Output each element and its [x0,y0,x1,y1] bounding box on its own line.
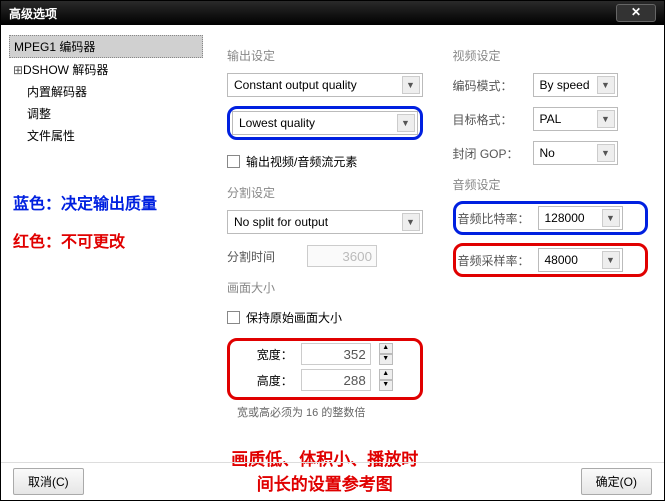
encode-mode-select[interactable]: By speed ▼ [533,73,618,97]
split-time-label: 分割时间 [227,248,307,265]
width-spinner[interactable]: ▲ ▼ [379,343,393,365]
sidebar: MPEG1 编码器 ⊞DSHOW 解码器 内置解码器 调整 文件属性 蓝色：决定… [1,25,211,460]
stream-label: 输出视频/音频流元素 [246,153,357,170]
left-column: 输出设定 Constant output quality ▼ Lowest qu… [227,37,423,452]
target-format-label: 目标格式： [453,111,533,128]
keep-size-checkbox[interactable] [227,311,240,324]
chevron-down-icon: ▼ [597,144,615,162]
chevron-down-icon: ▼ [597,76,615,94]
chevron-down-icon: ▼ [602,251,620,269]
size-section-title: 画面大小 [227,279,423,296]
window-title: 高级选项 [9,5,616,22]
target-format-select[interactable]: PAL ▼ [533,107,618,131]
spin-up-icon[interactable]: ▲ [379,343,393,354]
width-input[interactable] [301,343,371,365]
close-button[interactable]: ✕ [616,4,656,22]
spin-down-icon[interactable]: ▼ [379,380,393,391]
ok-button[interactable]: 确定(O) [581,468,652,495]
titlebar: 高级选项 ✕ [1,1,664,25]
split-section-title: 分割设定 [227,184,423,201]
size-hint: 宽或高必须为 16 的整数倍 [237,404,423,420]
samplerate-highlight: 音频采样率： 48000 ▼ [453,243,649,277]
expand-icon[interactable]: ⊞ [13,63,23,77]
tree-item-dshow[interactable]: ⊞DSHOW 解码器 [9,59,203,80]
output-section-title: 输出设定 [227,47,423,64]
annotation-red: 红色：不可更改 [9,224,203,256]
height-spinner[interactable]: ▲ ▼ [379,369,393,391]
encode-mode-label: 编码模式： [453,77,533,94]
bitrate-highlight: 音频比特率： 128000 ▼ [453,201,649,235]
stream-checkbox[interactable] [227,155,240,168]
bitrate-select[interactable]: 128000 ▼ [538,206,623,230]
tree-item-builtin[interactable]: 内置解码器 [9,81,203,102]
chevron-down-icon: ▼ [602,209,620,227]
spin-up-icon[interactable]: ▲ [379,369,393,380]
main-panel: 输出设定 Constant output quality ▼ Lowest qu… [211,25,664,460]
spin-down-icon[interactable]: ▼ [379,354,393,365]
samplerate-label: 音频采样率： [458,252,538,269]
output-quality-select[interactable]: Lowest quality ▼ [232,111,418,135]
video-section-title: 视频设定 [453,47,649,64]
bitrate-label: 音频比特率： [458,210,538,227]
quality-highlight: Lowest quality ▼ [227,106,423,140]
tree-item-adjust[interactable]: 调整 [9,103,203,124]
height-input[interactable] [301,369,371,391]
tree-item-fileprops[interactable]: 文件属性 [9,125,203,146]
width-label: 宽度： [257,346,293,363]
chevron-down-icon: ▼ [397,114,415,132]
split-mode-select[interactable]: No split for output ▼ [227,210,423,234]
dialog-body: MPEG1 编码器 ⊞DSHOW 解码器 内置解码器 调整 文件属性 蓝色：决定… [1,25,664,460]
tree-item-mpeg1[interactable]: MPEG1 编码器 [9,35,203,58]
dialog-window: 高级选项 ✕ MPEG1 编码器 ⊞DSHOW 解码器 内置解码器 调整 文件属… [0,0,665,501]
output-mode-select[interactable]: Constant output quality ▼ [227,73,423,97]
split-time-input [307,245,377,267]
keep-size-label: 保持原始画面大小 [246,309,342,326]
height-label: 高度： [257,372,293,389]
gop-label: 封闭 GOP： [453,145,533,162]
chevron-down-icon: ▼ [402,76,420,94]
cancel-button[interactable]: 取消(C) [13,468,84,495]
chevron-down-icon: ▼ [402,213,420,231]
footer: 取消(C) 确定(O) [1,462,664,500]
samplerate-select[interactable]: 48000 ▼ [538,248,623,272]
audio-section-title: 音频设定 [453,176,649,193]
size-highlight: 宽度： ▲ ▼ 高度： ▲ ▼ [227,338,423,400]
gop-select[interactable]: No ▼ [533,141,618,165]
annotation-blue: 蓝色：决定输出质量 [9,186,203,218]
chevron-down-icon: ▼ [597,110,615,128]
right-column: 视频设定 编码模式： By speed ▼ 目标格式： PAL ▼ [453,37,649,452]
